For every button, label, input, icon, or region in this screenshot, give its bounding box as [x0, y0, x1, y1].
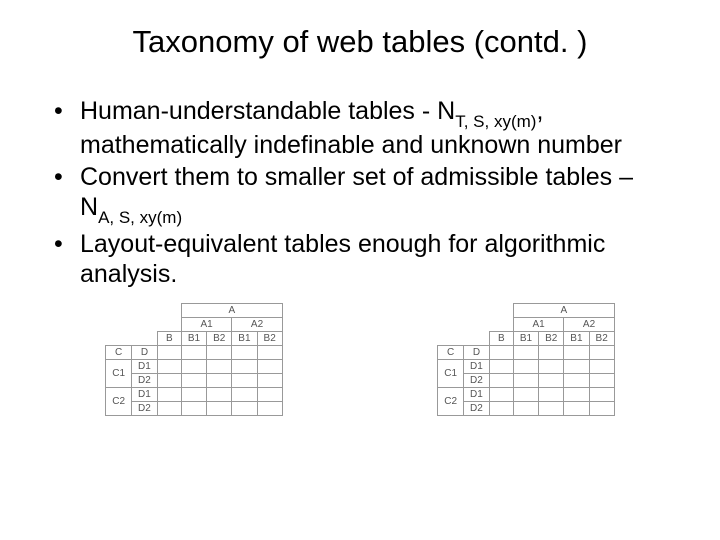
r-head-A: A — [513, 303, 614, 317]
l-head-A: A — [181, 303, 282, 317]
bullet-list: Human-understandable tables - NT, S, xy(… — [54, 96, 672, 289]
l-C1: C1 — [106, 359, 132, 387]
r-head-A1: A1 — [513, 317, 563, 331]
l-side-D: D — [132, 345, 158, 359]
l-head-B: B — [157, 331, 181, 345]
l-head-A2: A2 — [232, 317, 282, 331]
r-C1: C1 — [438, 359, 464, 387]
bullet-2: Convert them to smaller set of admissibl… — [54, 162, 672, 226]
slide-title: Taxonomy of web tables (contd. ) — [48, 24, 672, 60]
l-head-A1: A1 — [181, 317, 231, 331]
figure-left: A A1 A2 B B1 B2 B1 B2 C D C1 — [48, 303, 340, 416]
table-left: A A1 A2 B B1 B2 B1 B2 C D C1 — [105, 303, 283, 416]
r-C2: C2 — [438, 387, 464, 415]
r-D1a: D1 — [464, 359, 490, 373]
bullet-3: Layout-equivalent tables enough for algo… — [54, 229, 672, 289]
r-head-B2b: B2 — [589, 331, 614, 345]
l-head-B1a: B1 — [181, 331, 206, 345]
l-D2b: D2 — [132, 401, 158, 415]
r-D1b: D1 — [464, 387, 490, 401]
figures-row: A A1 A2 B B1 B2 B1 B2 C D C1 — [48, 303, 672, 416]
r-head-B1a: B1 — [513, 331, 538, 345]
r-head-B2a: B2 — [539, 331, 564, 345]
l-D1b: D1 — [132, 387, 158, 401]
l-side-C: C — [106, 345, 132, 359]
l-D2a: D2 — [132, 373, 158, 387]
l-C2: C2 — [106, 387, 132, 415]
bullet-2-sub: A, S, xy(m) — [98, 208, 182, 227]
bullet-1-pre: Human-understandable tables - N — [80, 97, 455, 125]
table-right: A A1 A2 B B1 B2 B1 B2 C D C1 — [437, 303, 615, 416]
r-head-B: B — [489, 331, 513, 345]
r-D2b: D2 — [464, 401, 490, 415]
r-side-C: C — [438, 345, 464, 359]
l-head-B1b: B1 — [232, 331, 257, 345]
r-head-B1b: B1 — [564, 331, 589, 345]
l-head-B2a: B2 — [207, 331, 232, 345]
bullet-3-pre: Layout-equivalent tables enough for algo… — [80, 230, 605, 288]
l-D1a: D1 — [132, 359, 158, 373]
r-side-D: D — [464, 345, 490, 359]
r-D2a: D2 — [464, 373, 490, 387]
l-head-B2b: B2 — [257, 331, 282, 345]
bullet-1-sub: T, S, xy(m) — [455, 112, 536, 131]
figure-right: A A1 A2 B B1 B2 B1 B2 C D C1 — [380, 303, 672, 416]
bullet-1: Human-understandable tables - NT, S, xy(… — [54, 96, 672, 160]
r-head-A2: A2 — [564, 317, 614, 331]
